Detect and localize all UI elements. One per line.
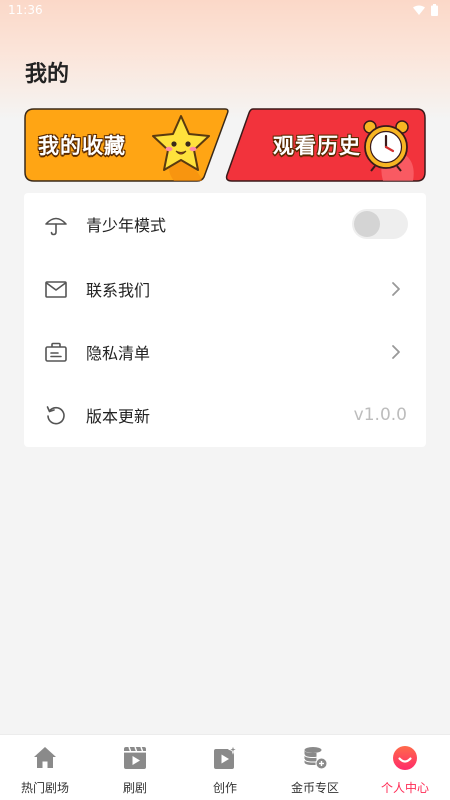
wifi-icon xyxy=(413,5,425,15)
version-value: v1.0.0 xyxy=(353,405,407,425)
mail-icon xyxy=(45,281,67,298)
status-icons xyxy=(413,4,438,16)
menu-item-contact[interactable]: 联系我们 xyxy=(24,258,426,320)
tab-hot-theater[interactable]: 热门剧场 xyxy=(0,735,90,800)
menu-item-version[interactable]: 版本更新 v1.0.0 xyxy=(24,384,426,446)
create-icon xyxy=(214,745,238,769)
profile-icon xyxy=(393,746,417,770)
page-title: 我的 xyxy=(25,62,70,87)
chevron-right-icon xyxy=(392,282,400,296)
tab-label: 个人中心 xyxy=(380,781,429,795)
quick-cards: 我的收藏 观看历史 xyxy=(24,108,426,182)
history-label: 观看历史 xyxy=(273,134,361,158)
favorites-label: 我的收藏 xyxy=(38,134,126,158)
status-bar: 11:36 xyxy=(0,0,450,20)
home-icon xyxy=(34,747,56,768)
chevron-right-icon xyxy=(392,345,400,359)
tab-binge[interactable]: 刷剧 xyxy=(90,735,180,800)
tab-profile[interactable]: 个人中心 xyxy=(360,735,450,800)
version-label: 版本更新 xyxy=(86,407,151,426)
battery-icon xyxy=(431,4,438,16)
tab-create[interactable]: 创作 xyxy=(180,735,270,800)
umbrella-icon xyxy=(45,217,67,236)
video-icon xyxy=(124,746,146,769)
briefcase-icon xyxy=(45,342,67,362)
history-card[interactable]: 观看历史 xyxy=(223,108,426,182)
tab-label: 金币专区 xyxy=(290,781,339,795)
tab-label: 创作 xyxy=(212,781,237,795)
teen-mode-label: 青少年模式 xyxy=(86,216,167,235)
teen-mode-toggle[interactable] xyxy=(352,209,408,239)
refresh-icon xyxy=(46,406,65,425)
bottom-tab-bar: 热门剧场 刷剧 创作 金币专区 个人中心 xyxy=(0,734,450,800)
tab-label: 热门剧场 xyxy=(20,781,69,795)
menu-item-teen-mode: 青少年模式 xyxy=(24,193,426,255)
alarm-clock-icon xyxy=(363,120,409,172)
coin-icon xyxy=(304,747,328,770)
menu-item-privacy[interactable]: 隐私清单 xyxy=(24,321,426,383)
status-time: 11:36 xyxy=(8,3,43,17)
tab-coins[interactable]: 金币专区 xyxy=(270,735,360,800)
star-mascot-icon xyxy=(152,115,210,171)
contact-label: 联系我们 xyxy=(86,281,151,300)
settings-menu: 青少年模式 联系我们 隐私清单 版本更新 v1.0.0 xyxy=(24,193,426,447)
tab-label: 刷剧 xyxy=(122,781,147,795)
privacy-label: 隐私清单 xyxy=(86,344,151,363)
toggle-knob xyxy=(354,211,380,237)
favorites-card[interactable]: 我的收藏 xyxy=(24,108,229,182)
